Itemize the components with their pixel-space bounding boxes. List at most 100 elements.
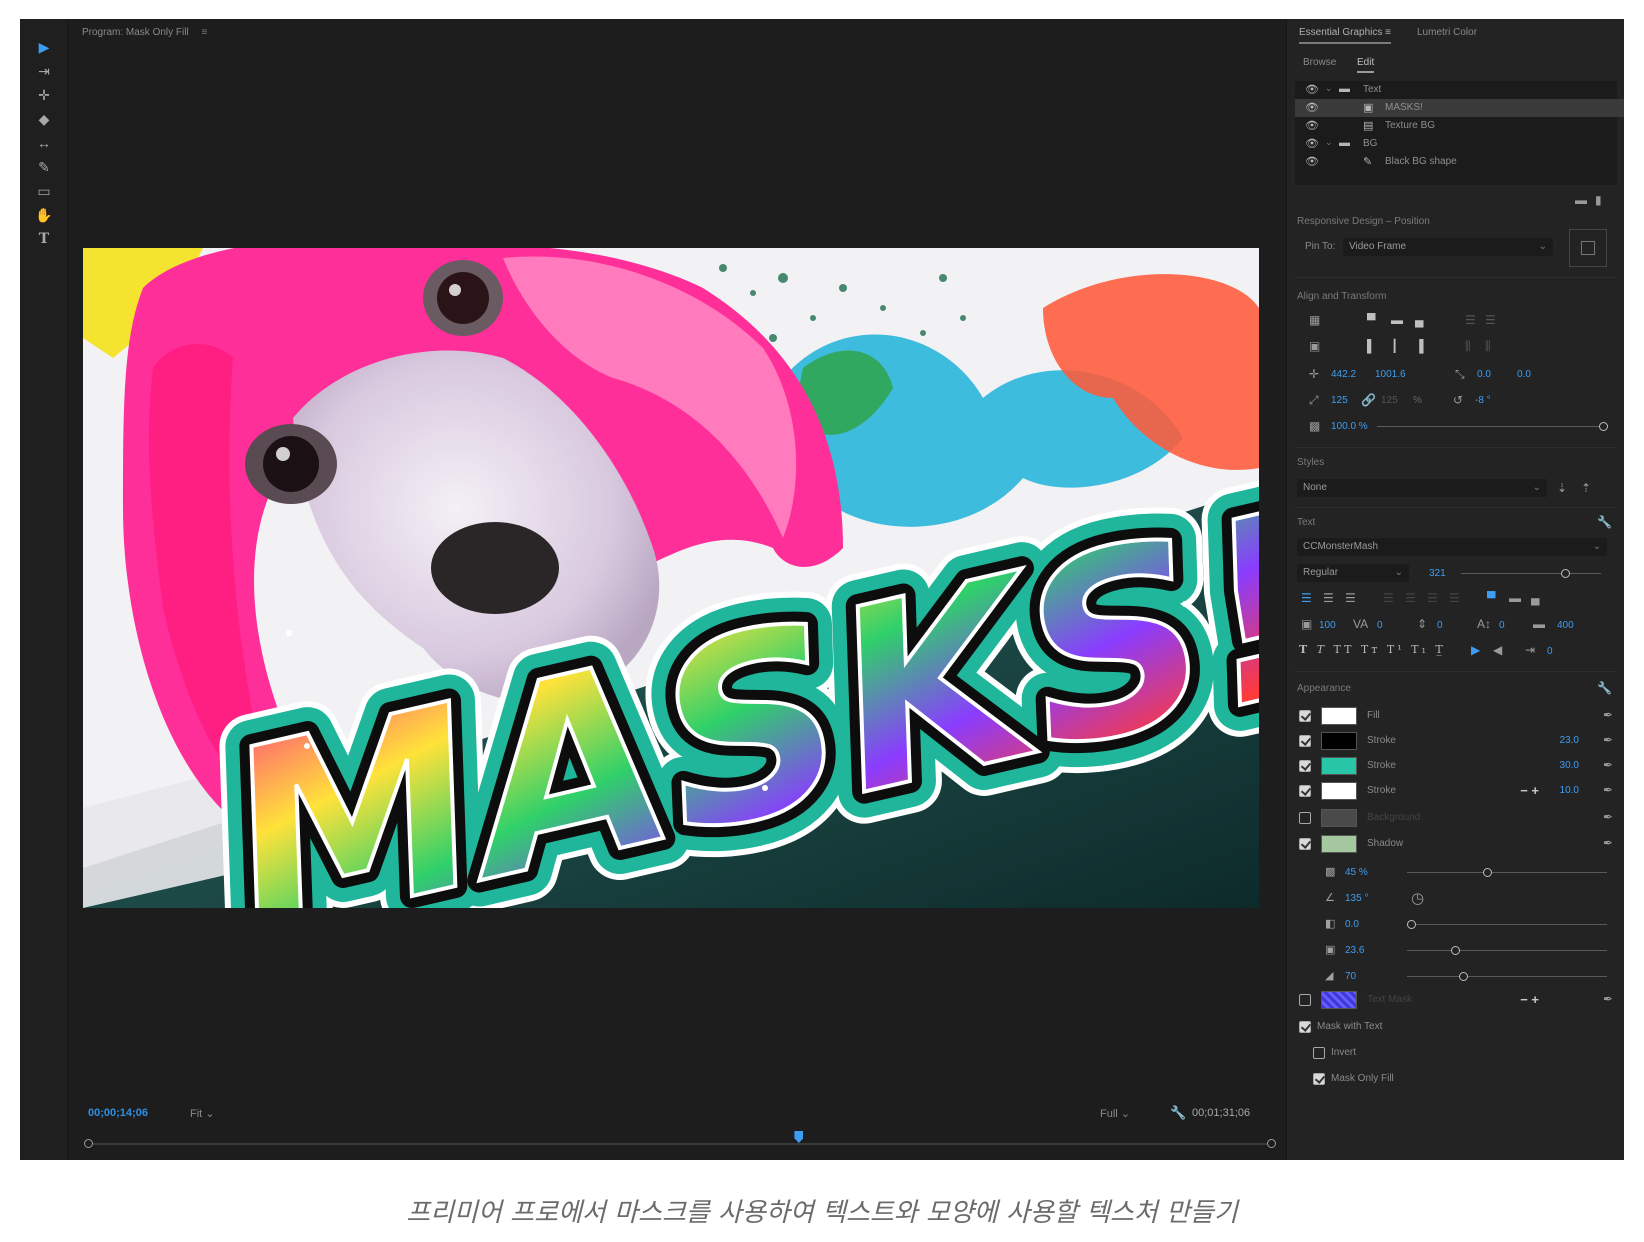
- background-checkbox[interactable]: [1299, 812, 1311, 824]
- position-x-value[interactable]: 442.2: [1331, 369, 1356, 380]
- angle-dial-icon[interactable]: ◷: [1411, 889, 1424, 907]
- shadow-angle-value[interactable]: 135 °: [1345, 893, 1368, 904]
- background-swatch[interactable]: [1321, 809, 1357, 827]
- ltr-direction-icon[interactable]: ▶: [1471, 643, 1480, 657]
- scale-linked-value[interactable]: 125: [1381, 395, 1398, 406]
- eyedropper-icon[interactable]: ✒: [1603, 708, 1613, 722]
- layer-row-text-folder[interactable]: 👁 ⌄ ▬ Text: [1295, 81, 1624, 99]
- align-to-frame-icon[interactable]: ▣: [1309, 339, 1320, 353]
- rtl-direction-icon[interactable]: ◀: [1493, 643, 1502, 657]
- distribute-horizontal-alt-icon[interactable]: ⫼: [1485, 339, 1491, 354]
- layer-row-masks[interactable]: 👁 ▣ MASKS!: [1295, 99, 1624, 117]
- selection-tool-icon[interactable]: ▶: [34, 37, 54, 57]
- shadow-opacity-value[interactable]: 45 %: [1345, 867, 1368, 878]
- position-y-value[interactable]: 1001.6: [1375, 369, 1406, 380]
- remove-stroke-button[interactable]: −: [1520, 783, 1528, 798]
- align-left-icon[interactable]: ▌: [1367, 339, 1376, 353]
- font-dropdown[interactable]: CCMonsterMash ⌄: [1297, 538, 1607, 556]
- stroke-add-remove[interactable]: − +: [1520, 783, 1539, 798]
- hand-tool-icon[interactable]: ✋: [34, 205, 54, 225]
- baseline-value[interactable]: 0: [1499, 620, 1505, 631]
- align-text-left-icon[interactable]: ☰: [1301, 591, 1312, 605]
- text-top-align-icon[interactable]: ▀: [1487, 591, 1496, 605]
- program-monitor-tab[interactable]: Program: Mask Only Fill ≡: [82, 27, 207, 38]
- indent-value[interactable]: 0: [1547, 646, 1553, 657]
- ripple-edit-tool-icon[interactable]: ✛: [34, 85, 54, 105]
- faux-italic-button[interactable]: T: [1317, 643, 1327, 656]
- eyedropper-icon[interactable]: ✒: [1603, 836, 1613, 850]
- eye-icon[interactable]: 👁: [1305, 119, 1319, 132]
- add-stroke-button[interactable]: +: [1531, 783, 1539, 798]
- leading-value[interactable]: 0: [1437, 620, 1443, 631]
- eyedropper-icon[interactable]: ✒: [1603, 758, 1613, 772]
- stroke-width-value[interactable]: 10.0: [1560, 785, 1579, 796]
- pin-anchor-widget[interactable]: [1569, 229, 1607, 267]
- invert-checkbox[interactable]: [1313, 1047, 1325, 1059]
- eye-icon[interactable]: 👁: [1305, 155, 1319, 168]
- layer-row-bg-folder[interactable]: 👁 ⌄ ▬ BG: [1295, 135, 1624, 153]
- sync-style-icon[interactable]: ⇡: [1581, 481, 1591, 495]
- tracking-value[interactable]: 0: [1377, 620, 1383, 631]
- stroke-width-value[interactable]: 23.0: [1560, 735, 1579, 746]
- playback-resolution-dropdown[interactable]: Full ⌄: [1100, 1107, 1130, 1120]
- eye-icon[interactable]: 👁: [1305, 83, 1319, 96]
- font-size-value[interactable]: 321: [1429, 568, 1446, 579]
- underline-button[interactable]: T̲: [1435, 643, 1445, 656]
- mask-only-fill-checkbox[interactable]: [1313, 1073, 1325, 1085]
- stroke-swatch[interactable]: [1321, 732, 1357, 750]
- pen-tool-icon[interactable]: ✎: [34, 157, 54, 177]
- font-size-slider[interactable]: [1461, 569, 1601, 578]
- panel-menu-icon[interactable]: ≡: [201, 27, 207, 38]
- justify-right-icon[interactable]: ☰: [1427, 591, 1438, 605]
- distribute-horizontal-icon[interactable]: ⫼: [1465, 339, 1471, 354]
- fill-checkbox[interactable]: [1299, 710, 1311, 722]
- appearance-wrench-icon[interactable]: 🔧: [1597, 681, 1612, 695]
- stroke-checkbox[interactable]: [1299, 735, 1311, 747]
- align-to-selection-icon[interactable]: ▦: [1309, 313, 1320, 327]
- shadow-distance-slider[interactable]: [1407, 920, 1607, 929]
- zoom-fit-dropdown[interactable]: Fit ⌄: [190, 1107, 215, 1120]
- slip-tool-icon[interactable]: ↔: [34, 133, 54, 153]
- chevron-down-icon[interactable]: ⌄: [1325, 137, 1333, 148]
- current-timecode[interactable]: 00;00;14;06: [88, 1107, 148, 1119]
- in-point-handle[interactable]: [84, 1139, 93, 1148]
- subtab-browse[interactable]: Browse: [1303, 57, 1336, 68]
- align-hcenter-icon[interactable]: ┃: [1391, 339, 1398, 353]
- font-style-dropdown[interactable]: Regular ⌄: [1297, 564, 1409, 582]
- type-tool-icon[interactable]: T: [34, 229, 54, 249]
- scale-value[interactable]: 125: [1331, 395, 1348, 406]
- text-middle-align-icon[interactable]: ▬: [1509, 591, 1521, 605]
- kerning-value[interactable]: 100: [1319, 620, 1336, 631]
- shadow-checkbox[interactable]: [1299, 838, 1311, 850]
- type-style-buttons[interactable]: T T TT Tт T¹ T₁ T̲: [1299, 643, 1446, 656]
- distribute-vertical-alt-icon[interactable]: ☰: [1485, 313, 1496, 327]
- opacity-slider-knob[interactable]: [1599, 422, 1608, 431]
- shadow-size-slider-knob[interactable]: [1451, 946, 1460, 955]
- distribute-vertical-icon[interactable]: ☰: [1465, 313, 1476, 327]
- shadow-swatch[interactable]: [1321, 835, 1357, 853]
- shadow-opacity-slider-knob[interactable]: [1483, 868, 1492, 877]
- eyedropper-icon[interactable]: ✒: [1603, 992, 1613, 1006]
- align-top-icon[interactable]: ▀: [1367, 313, 1376, 327]
- font-size-slider-knob[interactable]: [1561, 569, 1570, 578]
- tsume-value[interactable]: 400: [1557, 620, 1574, 631]
- video-frame[interactable]: MASKS! MASKS! MASKS! MASKS! MASKS!: [83, 248, 1259, 908]
- remove-mask-button[interactable]: −: [1520, 992, 1528, 1007]
- align-text-center-icon[interactable]: ☰: [1323, 591, 1334, 605]
- stroke-checkbox[interactable]: [1299, 760, 1311, 772]
- anchor-x-value[interactable]: 0.0: [1477, 369, 1491, 380]
- mask-add-remove[interactable]: − +: [1520, 992, 1539, 1007]
- align-text-right-icon[interactable]: ☰: [1345, 591, 1356, 605]
- styles-dropdown[interactable]: None ⌄: [1297, 479, 1547, 497]
- small-caps-button[interactable]: Tт: [1361, 643, 1380, 656]
- opacity-value[interactable]: 100.0 %: [1331, 421, 1368, 432]
- justify-all-icon[interactable]: ☰: [1449, 591, 1460, 605]
- fill-swatch[interactable]: [1321, 707, 1357, 725]
- superscript-button[interactable]: T¹: [1387, 643, 1405, 656]
- eye-icon[interactable]: 👁: [1305, 101, 1319, 114]
- shadow-blur-slider-knob[interactable]: [1459, 972, 1468, 981]
- time-ruler[interactable]: [84, 1131, 1276, 1148]
- align-vcenter-icon[interactable]: ▬: [1391, 313, 1403, 327]
- layer-row-black-bg-shape[interactable]: 👁 ✎ Black BG shape: [1295, 153, 1624, 171]
- anchor-y-value[interactable]: 0.0: [1517, 369, 1531, 380]
